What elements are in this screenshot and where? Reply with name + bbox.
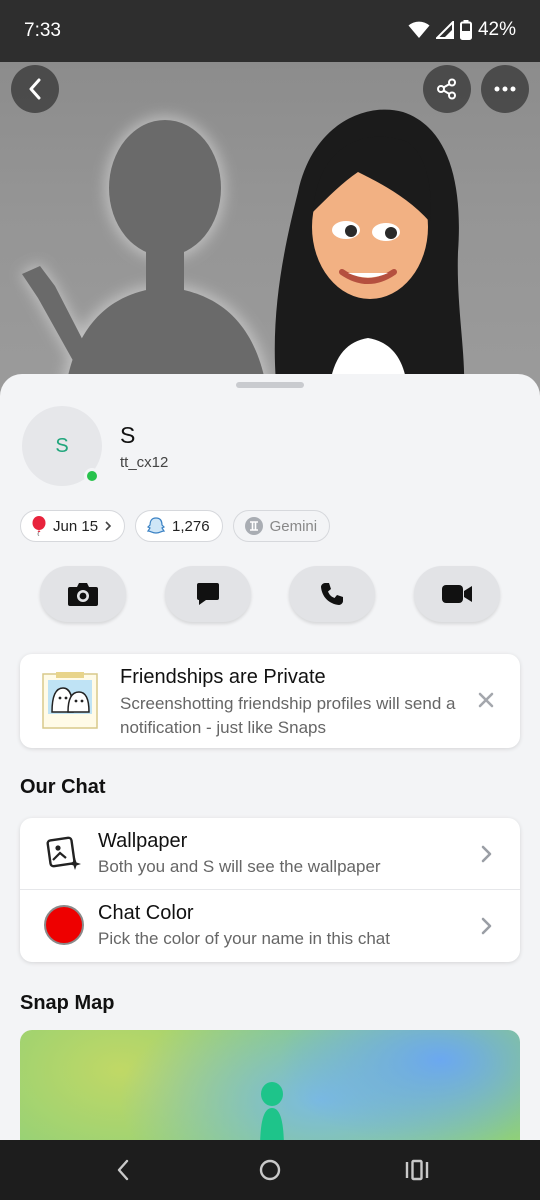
wallpaper-subtitle: Both you and S will see the wallpaper: [98, 857, 381, 876]
chevron-right-icon: [481, 917, 492, 935]
status-bar: 7:33 42%: [0, 0, 540, 62]
birthday-chip[interactable]: Jun 15: [20, 510, 126, 542]
video-icon: [441, 585, 472, 603]
online-indicator: [84, 468, 100, 484]
profile-chips: Jun 15 1,276 Gemini: [20, 510, 331, 542]
friendship-privacy-notice: Friendships are Private Screenshotting f…: [20, 654, 520, 748]
chat-color-row[interactable]: Chat Color Pick the color of your name i…: [20, 890, 520, 962]
notice-text: Screenshotting friendship profiles will …: [120, 694, 456, 737]
gemini-zodiac-icon: [244, 517, 263, 535]
signal-icon: [435, 21, 454, 39]
sheet-grabber[interactable]: [236, 382, 304, 388]
profile-hero: [0, 58, 540, 398]
status-time: 7:33: [24, 20, 61, 41]
nav-back-icon[interactable]: [115, 1159, 131, 1181]
chat-button[interactable]: [164, 566, 251, 622]
close-icon[interactable]: [476, 690, 496, 710]
chevron-left-icon: [29, 78, 41, 100]
bitmoji-avatar: [274, 109, 465, 398]
display-name: S: [120, 422, 136, 448]
chevron-right-icon: [481, 845, 492, 863]
avatar-initial: S: [55, 434, 69, 457]
snap-map-preview[interactable]: [20, 1030, 520, 1154]
birthday-label: Jun 15: [53, 517, 99, 535]
status-icons: 42%: [408, 19, 516, 41]
voice-call-button[interactable]: [289, 566, 376, 622]
share-button[interactable]: [423, 65, 471, 113]
our-chat-title: Our Chat: [20, 776, 106, 798]
username: tt_cx12: [120, 454, 169, 471]
battery-percent: 42%: [477, 19, 516, 40]
notice-title: Friendships are Private: [120, 666, 326, 688]
profile-sheet: S S tt_cx12 Jun 15 1,276 Gemini Friendsh…: [0, 374, 540, 1154]
share-icon: [437, 78, 456, 100]
chat-color-subtitle: Pick the color of your name in this chat: [98, 929, 390, 948]
snap-map-title: Snap Map: [20, 992, 115, 1014]
wallpaper-row[interactable]: Wallpaper Both you and S will see the wa…: [20, 818, 520, 890]
action-buttons: [40, 566, 500, 622]
camera-button[interactable]: [40, 566, 126, 622]
zodiac-label: Gemini: [269, 517, 318, 535]
zodiac-chip[interactable]: Gemini: [232, 510, 331, 542]
chat-icon: [196, 583, 219, 605]
more-icon: [494, 86, 516, 92]
video-call-button[interactable]: [413, 566, 500, 622]
camera-icon: [68, 583, 98, 606]
our-chat-card: Wallpaper Both you and S will see the wa…: [20, 818, 520, 962]
more-options-button[interactable]: [481, 65, 529, 113]
battery-icon: [459, 20, 472, 40]
privacy-photo-icon: [42, 672, 98, 729]
nav-home-icon[interactable]: [258, 1158, 282, 1182]
phone-icon: [321, 583, 344, 605]
snapscore-value: 1,276: [172, 517, 210, 535]
nav-recents-icon[interactable]: [405, 1159, 429, 1181]
wallpaper-title: Wallpaper: [98, 830, 188, 852]
balloon-icon: [32, 516, 46, 536]
chat-color-swatch: [44, 905, 84, 945]
chevron-right-icon: [105, 521, 112, 531]
snapscore-chip[interactable]: 1,276: [135, 510, 223, 542]
chat-color-title: Chat Color: [98, 902, 194, 924]
wallpaper-icon: [46, 836, 81, 870]
wifi-icon: [408, 21, 430, 38]
system-nav-bar: [0, 1140, 540, 1200]
back-button[interactable]: [11, 65, 59, 113]
ghost-icon: [146, 517, 166, 534]
